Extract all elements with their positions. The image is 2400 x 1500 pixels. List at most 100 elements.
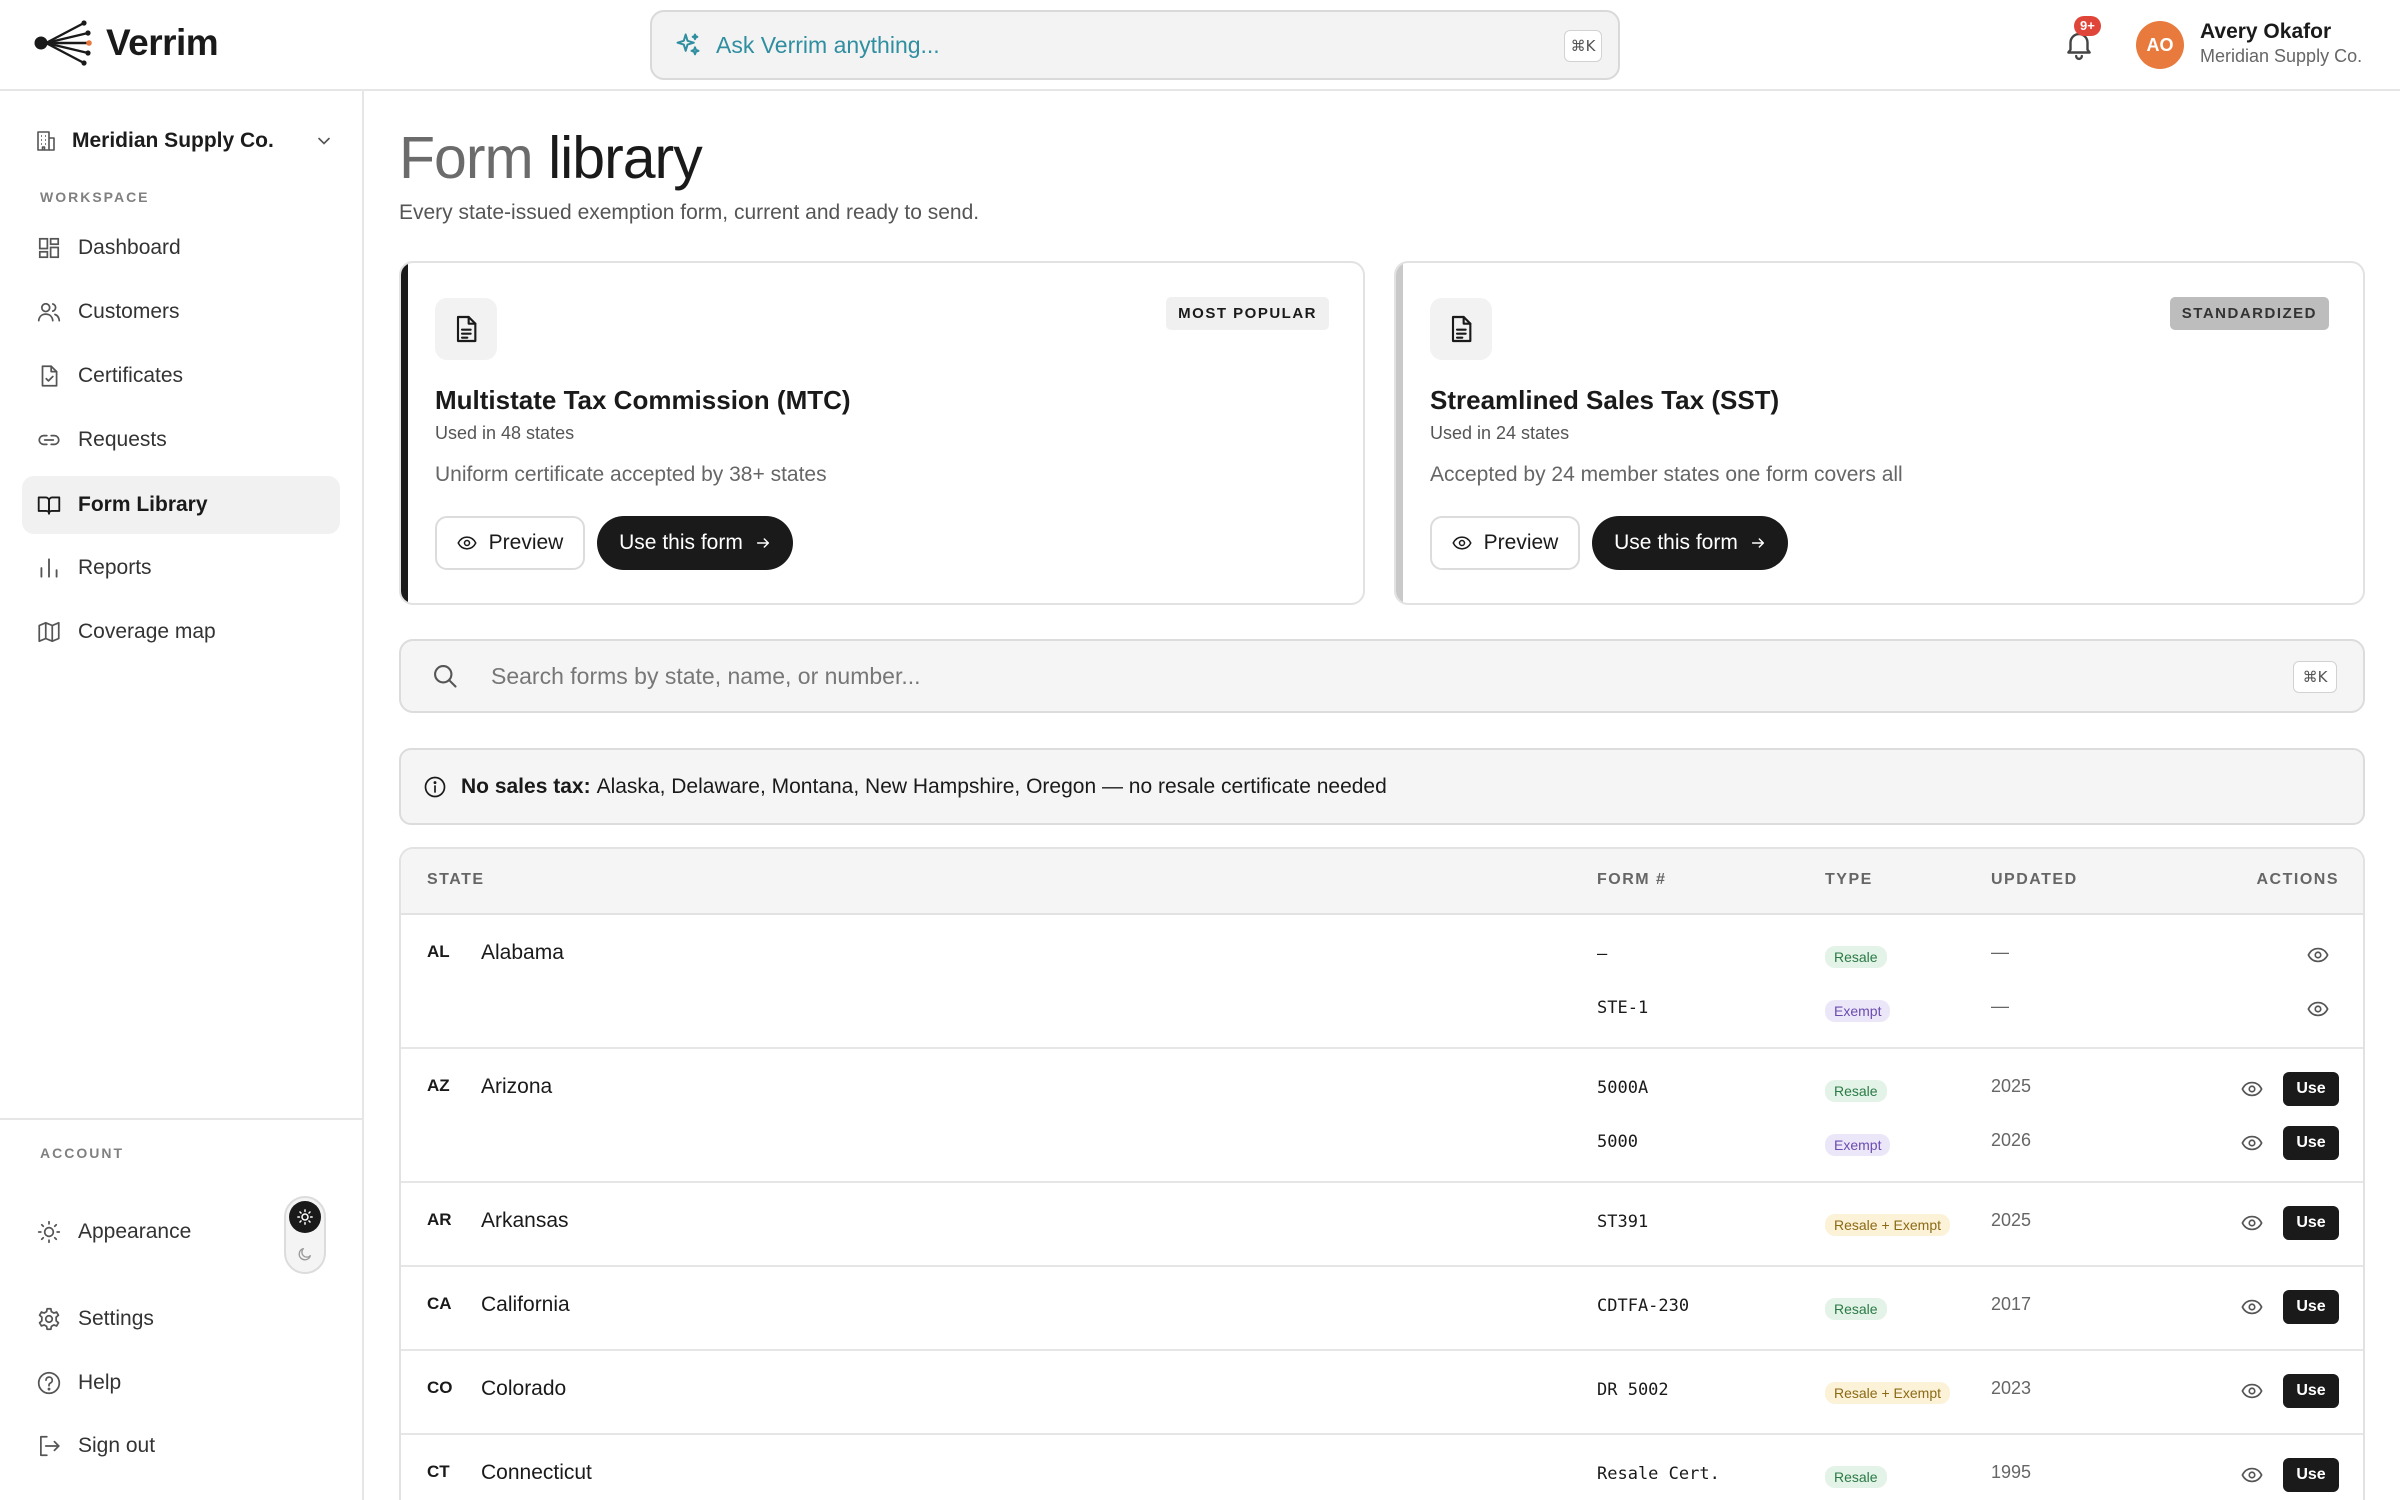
- sidebar-item-requests[interactable]: Requests: [22, 411, 340, 469]
- form-number: —: [1597, 944, 1608, 964]
- info-icon: [424, 776, 446, 797]
- sidebar-item-label: Reports: [78, 556, 152, 579]
- arrow-right-icon: [756, 538, 769, 548]
- page-title-part: Form: [399, 125, 534, 191]
- sidebar-item-label: Customers: [78, 300, 180, 323]
- light-mode-option[interactable]: [289, 1201, 321, 1233]
- top-bar: Verrim Ask Verrim anything... ⌘K 9+ AO A…: [0, 0, 2400, 91]
- form-type-badge: Resale: [1825, 1466, 1887, 1488]
- search-icon: [434, 665, 457, 688]
- sidebar-item-certificates[interactable]: Certificates: [22, 347, 340, 405]
- preview-button[interactable]: Preview: [435, 516, 585, 570]
- updated-year: 1995: [1991, 1462, 2032, 1482]
- use-form-button[interactable]: Use this form: [597, 516, 793, 570]
- building-icon: [37, 131, 55, 151]
- sidebar-item-appearance[interactable]: Appearance: [22, 1203, 272, 1261]
- sidebar-item-customers[interactable]: Customers: [22, 283, 340, 341]
- sun-icon: [297, 1209, 313, 1225]
- use-form-button[interactable]: Use: [2283, 1072, 2339, 1106]
- sidebar-item-label: Appearance: [78, 1220, 192, 1243]
- table-row: AR Arkansas ST391 Resale + Exempt 2025 Use: [401, 1183, 2363, 1267]
- notice-text: Alaska, Delaware, Montana, New Hampshire…: [596, 774, 1387, 798]
- column-header-type[interactable]: TYPE: [1825, 871, 1873, 889]
- sun-icon: [37, 1220, 61, 1244]
- card-usage: Used in 24 states: [1430, 423, 1570, 443]
- preview-button[interactable]: Preview: [1430, 516, 1580, 570]
- page-subtitle: Every state-issued exemption form, curre…: [399, 201, 980, 224]
- sidebar-item-coverage-map[interactable]: Coverage map: [22, 603, 340, 661]
- sidebar-divider: [0, 1118, 362, 1120]
- state-name: Arkansas: [481, 1209, 569, 1232]
- map-icon: [38, 621, 60, 643]
- state-abbreviation: CO: [427, 1378, 453, 1397]
- state-name: Colorado: [481, 1377, 567, 1400]
- use-form-button[interactable]: Use: [2283, 1290, 2339, 1324]
- theme-toggle[interactable]: [284, 1196, 326, 1274]
- updated-year: 2025: [1991, 1210, 2032, 1230]
- sidebar-item-settings[interactable]: Settings: [22, 1290, 340, 1348]
- preview-eye-icon[interactable]: [2305, 996, 2331, 1022]
- sidebar-item-form-library[interactable]: Form Library: [22, 476, 340, 534]
- state-name: Connecticut: [481, 1461, 592, 1484]
- table-row: CA California CDTFA-230 Resale 2017 Use: [401, 1267, 2363, 1351]
- avatar[interactable]: AO: [2136, 21, 2184, 69]
- workspace-section-label: WORKSPACE: [40, 189, 150, 205]
- form-number: Resale Cert.: [1597, 1464, 1720, 1484]
- page-title: Form library: [399, 124, 703, 192]
- dark-mode-option[interactable]: [289, 1238, 321, 1270]
- card-description: Uniform certificate accepted by 38+ stat…: [435, 463, 827, 486]
- sparkle-icon: [676, 33, 700, 56]
- card-title: Streamlined Sales Tax (SST): [1430, 385, 1780, 415]
- sidebar-item-help[interactable]: Help: [22, 1354, 340, 1412]
- sign-out-icon: [40, 1435, 60, 1457]
- column-header-state[interactable]: STATE: [427, 871, 485, 889]
- column-header-form-number[interactable]: FORM #: [1597, 871, 1666, 889]
- preview-eye-icon[interactable]: [2305, 942, 2331, 968]
- preview-eye-icon[interactable]: [2239, 1294, 2265, 1320]
- sidebar-item-label: Sign out: [78, 1434, 156, 1457]
- use-form-button[interactable]: Use this form: [1592, 516, 1788, 570]
- help-icon: [37, 1371, 61, 1395]
- form-number: STE-1: [1597, 998, 1649, 1018]
- preview-eye-icon[interactable]: [2239, 1378, 2265, 1404]
- form-type-badge: Resale: [1825, 1298, 1887, 1320]
- card-accent-stripe: [1396, 263, 1403, 603]
- preview-eye-icon[interactable]: [2239, 1076, 2265, 1102]
- sidebar-item-label: Form Library: [78, 493, 208, 516]
- state-abbreviation: CT: [427, 1462, 450, 1481]
- sidebar-item-dashboard[interactable]: Dashboard: [22, 219, 340, 277]
- most-popular-badge: MOST POPULAR: [1166, 297, 1329, 330]
- sidebar-item-label: Dashboard: [78, 236, 181, 259]
- form-search-input[interactable]: Search forms by state, name, or number..…: [399, 639, 2365, 713]
- ask-placeholder: Ask Verrim anything...: [716, 31, 940, 58]
- sidebar-item-sign-out[interactable]: Sign out: [22, 1417, 340, 1475]
- preview-eye-icon[interactable]: [2239, 1210, 2265, 1236]
- column-header-updated[interactable]: UPDATED: [1991, 871, 2078, 889]
- state-name: California: [481, 1293, 570, 1316]
- column-header-actions: ACTIONS: [2256, 871, 2339, 888]
- use-form-button[interactable]: Use: [2283, 1374, 2339, 1408]
- form-type-badge: Exempt: [1825, 1134, 1891, 1156]
- no-sales-tax-notice: No sales tax: Alaska, Delaware, Montana,…: [399, 748, 2365, 825]
- ask-shortcut-hint: ⌘K: [1564, 30, 1602, 62]
- use-form-button[interactable]: Use: [2283, 1458, 2339, 1492]
- preview-eye-icon[interactable]: [2239, 1462, 2265, 1488]
- use-form-button[interactable]: Use: [2283, 1126, 2339, 1160]
- preview-label: Preview: [488, 531, 564, 554]
- user-org: Meridian Supply Co.: [2200, 46, 2363, 66]
- form-number: CDTFA-230: [1597, 1296, 1690, 1316]
- sidebar-item-label: Certificates: [78, 364, 184, 387]
- preview-eye-icon[interactable]: [2239, 1130, 2265, 1156]
- user-name[interactable]: Avery Okafor: [2200, 20, 2331, 44]
- org-switcher[interactable]: Meridian Supply Co.: [34, 121, 334, 161]
- updated-year: 2023: [1991, 1378, 2032, 1398]
- app-logo[interactable]: Verrim: [34, 20, 219, 66]
- sidebar-item-reports[interactable]: Reports: [22, 539, 340, 597]
- form-type-badge: Resale + Exempt: [1825, 1214, 1950, 1236]
- org-name: Meridian Supply Co.: [72, 129, 274, 152]
- chevron-down-icon: [318, 137, 330, 145]
- use-form-button[interactable]: Use: [2283, 1206, 2339, 1240]
- state-name: Alabama: [481, 941, 564, 964]
- ask-ai-input[interactable]: Ask Verrim anything... ⌘K: [650, 10, 1620, 80]
- app-name: Verrim: [106, 22, 219, 63]
